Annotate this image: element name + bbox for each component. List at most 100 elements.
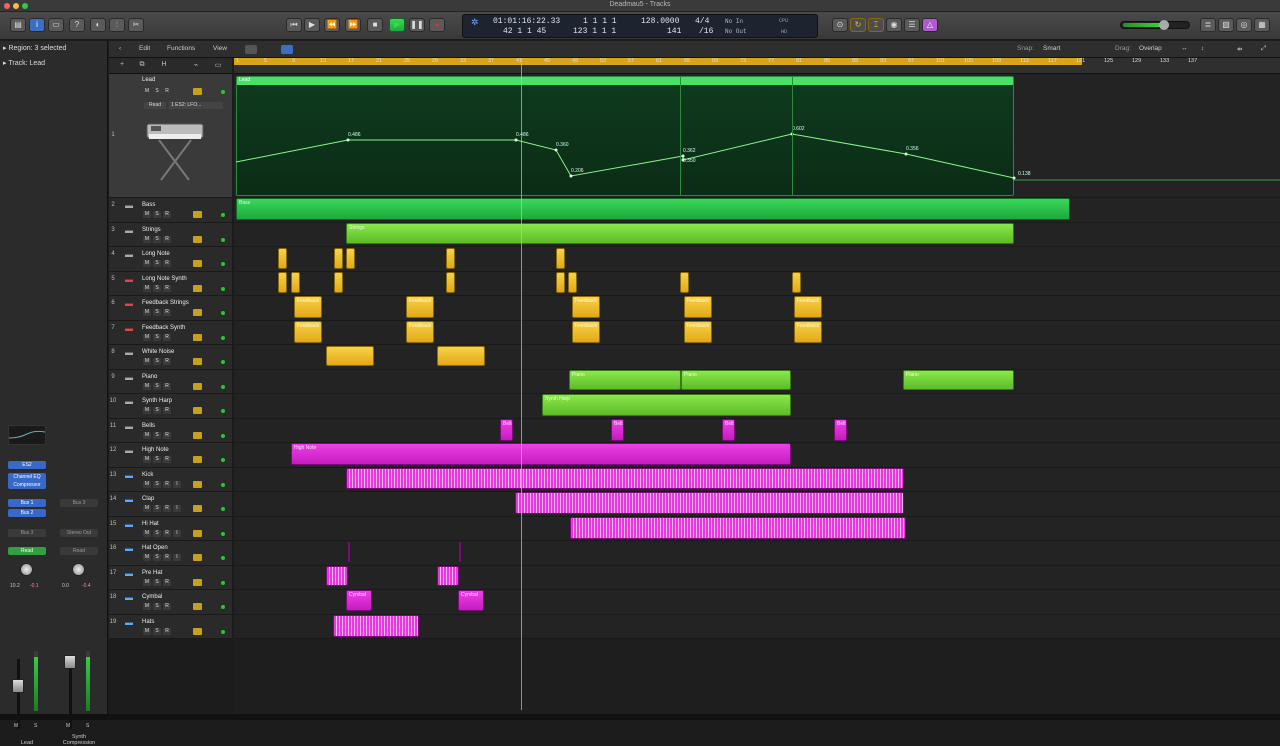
list-editors-icon[interactable]: ≣ — [1200, 18, 1216, 32]
playhead[interactable] — [521, 58, 522, 710]
track-header[interactable]: 16 Hat Open ▬ M S R I — [109, 541, 232, 566]
automation-point[interactable] — [569, 174, 573, 178]
long-note-synth-region[interactable] — [446, 272, 455, 293]
automation-point[interactable] — [904, 152, 908, 156]
fast-forward-icon[interactable]: ⏩ — [345, 18, 361, 32]
solo-button[interactable]: S — [153, 530, 161, 537]
feedback-strings-region[interactable]: Feedback — [572, 296, 600, 318]
track-header[interactable]: 17 Pre Hat ▬ M S R — [109, 566, 232, 590]
automation-button[interactable] — [193, 628, 202, 635]
track-name[interactable]: White Noise — [142, 349, 174, 355]
solo-button[interactable]: S — [153, 285, 161, 292]
record-enable-button[interactable]: R — [163, 285, 171, 292]
track-lane[interactable] — [234, 541, 1280, 566]
solo-button[interactable]: S — [34, 723, 37, 729]
pencil-tool-icon[interactable] — [281, 45, 293, 54]
automation-button[interactable] — [193, 358, 202, 365]
record-enable-button[interactable]: R — [163, 505, 171, 512]
record-enable-button[interactable]: R — [163, 383, 171, 390]
aux-read-button[interactable]: Read — [60, 547, 98, 555]
send-bus-1[interactable]: Bus 1 — [8, 499, 46, 507]
mute-button[interactable]: M — [143, 309, 151, 316]
mute-button[interactable]: M — [143, 456, 151, 463]
track-name[interactable]: Kick — [142, 472, 153, 478]
zoom-vertical-icon[interactable]: ↕ — [1201, 45, 1204, 52]
automation-button[interactable] — [193, 432, 202, 439]
long-note-region[interactable] — [278, 248, 287, 269]
automation-button[interactable] — [193, 407, 202, 414]
bar-ruler[interactable]: 1 5 9 13 17 21 25 29 33 37 41 45 49 53 57 61 65 69 73 77 81 8… — [234, 58, 1280, 74]
input-monitor-button[interactable]: I — [173, 481, 181, 488]
track-header[interactable]: 10 Synth Harp ▬ M S R — [109, 394, 232, 419]
track-name[interactable]: Clap — [142, 496, 154, 502]
long-note-region[interactable] — [334, 248, 343, 269]
piano-region[interactable]: Piano — [681, 370, 791, 390]
mute-button[interactable]: M — [14, 723, 18, 729]
feedback-strings-region[interactable]: Feedback — [406, 296, 434, 318]
feedback-synth-region[interactable]: Feedback — [294, 321, 322, 343]
hats-region[interactable] — [333, 615, 419, 637]
input-monitor-button[interactable]: I — [173, 554, 181, 561]
automation-button[interactable] — [193, 383, 202, 390]
record-enable-button[interactable]: R — [163, 236, 171, 243]
pointer-tool-icon[interactable] — [245, 45, 257, 54]
hi-hat-region[interactable] — [570, 517, 906, 539]
automation-button[interactable] — [193, 236, 202, 243]
record-enable-button[interactable]: R — [163, 211, 171, 218]
automation-point[interactable] — [554, 148, 558, 152]
quick-help-icon[interactable]: ? — [69, 18, 85, 32]
record-enable-button[interactable]: R — [163, 309, 171, 316]
track-header[interactable]: 8 White Noise ▬ M S R — [109, 345, 232, 370]
long-note-synth-region[interactable] — [792, 272, 801, 293]
automation-button[interactable] — [193, 530, 202, 537]
library-icon[interactable]: ▤ — [10, 18, 26, 32]
track-lane[interactable] — [234, 321, 1280, 345]
mute-button[interactable]: M — [143, 236, 151, 243]
track-lane[interactable] — [234, 419, 1280, 443]
tracks-area[interactable]: 0.486 0.486 0.360 0.206 0.362 0.350 0.602 0.356… — [234, 74, 1280, 714]
mute-button[interactable]: M — [143, 334, 151, 341]
automation-read-button[interactable]: Read — [8, 547, 46, 555]
aux-mute-button[interactable]: M — [66, 723, 70, 729]
solo-button[interactable]: S — [153, 481, 161, 488]
feedback-strings-region[interactable]: Feedback — [294, 296, 322, 318]
automation-point[interactable] — [681, 158, 685, 162]
duplicate-track-icon[interactable]: ⧉ — [137, 61, 147, 70]
output-slot[interactable]: Bus 3 — [8, 529, 46, 537]
long-note-synth-region[interactable] — [680, 272, 689, 293]
waveform-zoom-icon[interactable]: ⇹ — [1237, 45, 1242, 53]
mute-button[interactable]: M — [143, 530, 151, 537]
long-note-synth-region[interactable] — [291, 272, 300, 293]
feedback-strings-region[interactable]: Feedback — [794, 296, 822, 318]
bells-region[interactable]: Bells — [834, 419, 847, 441]
mute-button[interactable]: M — [143, 628, 151, 635]
record-enable-button[interactable]: R — [163, 554, 171, 561]
mute-button[interactable]: M — [143, 505, 151, 512]
automation-curve[interactable]: 0.486 0.486 0.360 0.206 0.362 0.350 0.602 0.356… — [234, 74, 1280, 198]
pre-hat-region[interactable] — [326, 566, 348, 586]
division[interactable]: /16 — [699, 27, 713, 36]
record-enable-button[interactable]: R — [163, 260, 171, 267]
automation-mode-select[interactable]: Read — [144, 102, 166, 109]
eq-thumbnail[interactable] — [8, 425, 46, 445]
record-enable-button[interactable]: R — [163, 88, 171, 95]
toolbar-icon[interactable]: ▭ — [48, 18, 64, 32]
automation-button[interactable] — [193, 285, 202, 292]
mute-button[interactable]: M — [143, 603, 151, 610]
autopunch-icon[interactable]: ⌶ — [868, 18, 884, 32]
count-in-icon[interactable]: ☰ — [904, 18, 920, 32]
flex-icon[interactable]: ⌁ — [191, 61, 201, 70]
track-name[interactable]: Lead — [142, 77, 155, 83]
track-header[interactable]: 13 Kick ▬ M S R I — [109, 468, 232, 492]
solo-button[interactable]: S — [153, 309, 161, 316]
loop-browser-icon[interactable]: ◎ — [1236, 18, 1252, 32]
automation-button[interactable] — [193, 579, 202, 586]
solo-button[interactable]: S — [153, 211, 161, 218]
long-note-region[interactable] — [346, 248, 355, 269]
track-name[interactable]: Cymbal — [142, 594, 162, 600]
track-header[interactable]: 14 Clap ▬ M S R I — [109, 492, 232, 517]
automation-button[interactable] — [193, 309, 202, 316]
long-note-synth-region[interactable] — [278, 272, 287, 293]
edit-menu[interactable]: Edit — [139, 45, 150, 52]
automation-parameter-select[interactable]: 1 ES2: LFO... — [169, 102, 223, 109]
